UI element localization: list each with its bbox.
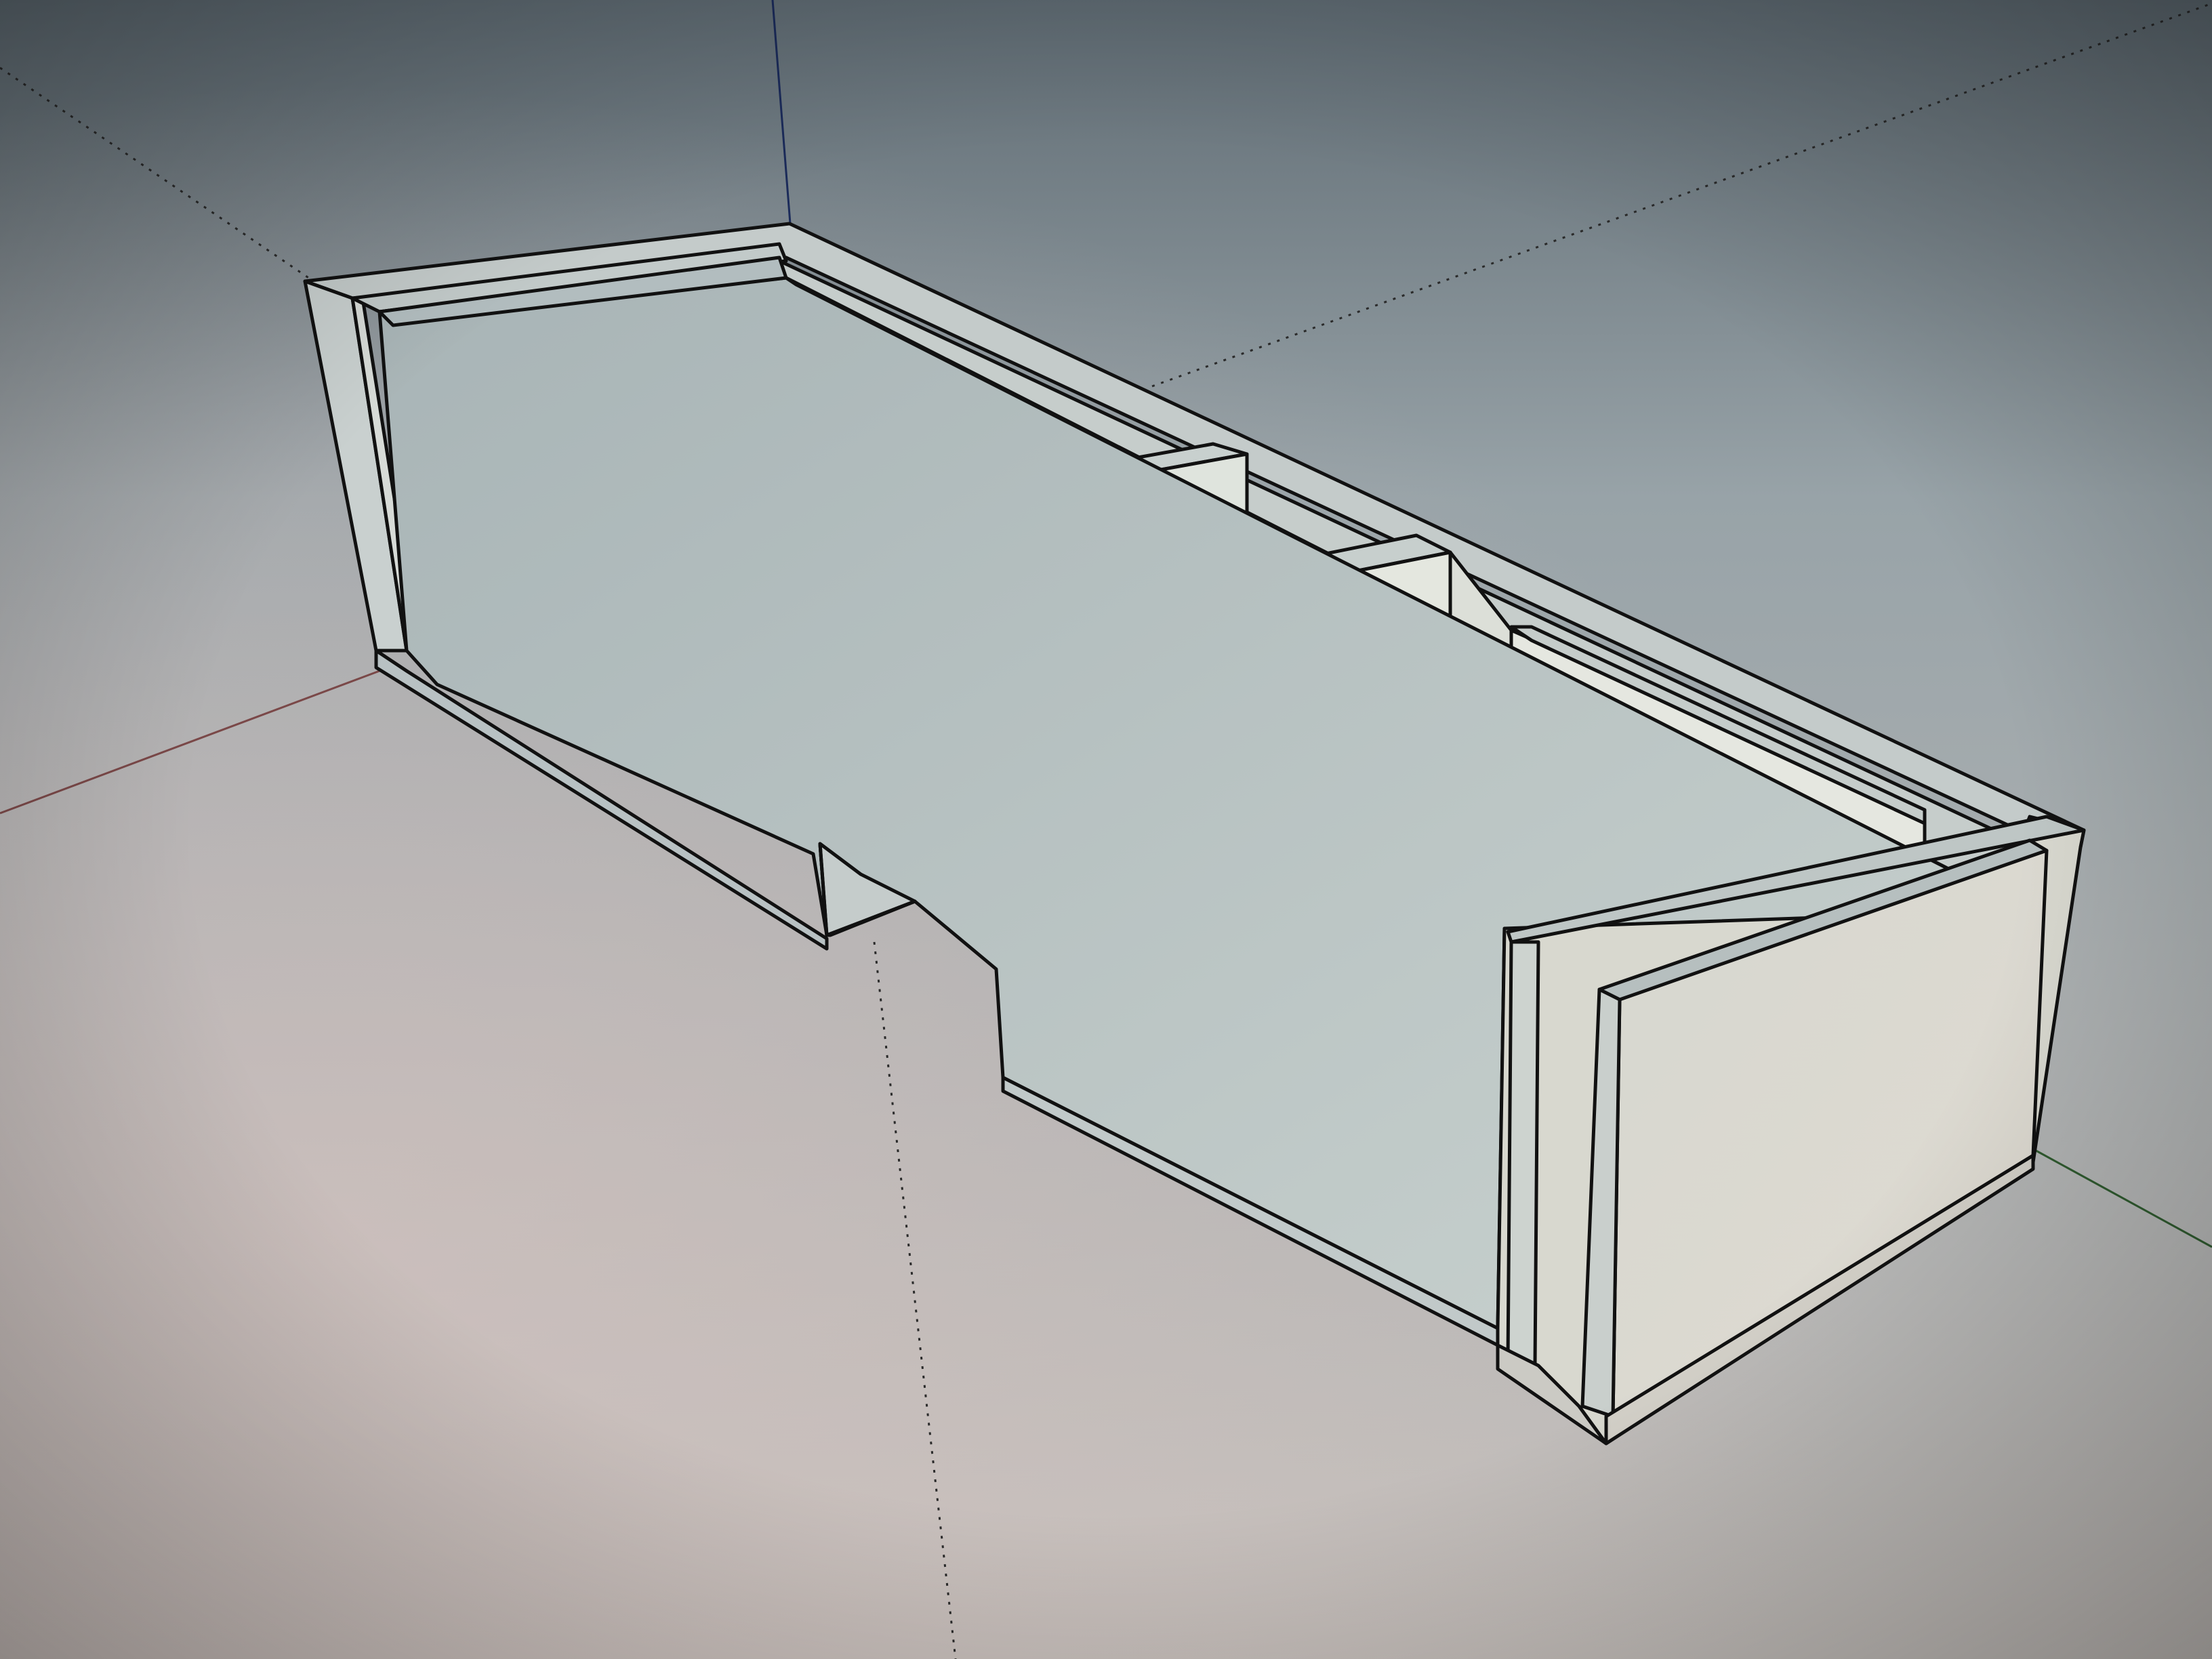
screen-vignette [0, 0, 2212, 1659]
scene-canvas[interactable] [0, 0, 2212, 1659]
modeling-viewport[interactable] [0, 0, 2212, 1659]
